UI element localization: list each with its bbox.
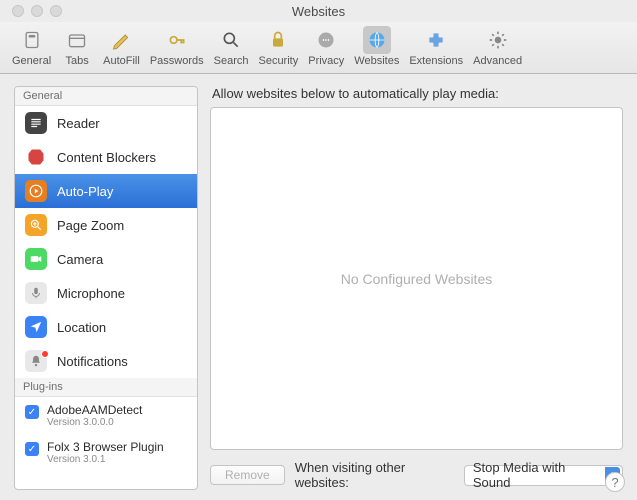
sidebar-label: Reader — [57, 116, 100, 131]
toolbar-tab-security[interactable]: Security — [254, 24, 302, 69]
toolbar-tab-websites[interactable]: Websites — [350, 24, 403, 69]
content-area: General Reader Content Blockers Auto-Pla… — [0, 74, 637, 500]
autofill-icon — [107, 26, 135, 54]
titlebar: Websites — [0, 0, 637, 22]
extensions-icon — [422, 26, 450, 54]
toolbar-tab-general[interactable]: General — [8, 24, 55, 69]
websites-list[interactable]: No Configured Websites — [210, 107, 623, 450]
security-icon — [264, 26, 292, 54]
toolbar-tab-search[interactable]: Search — [210, 24, 253, 69]
sidebar-item-page-zoom[interactable]: Page Zoom — [15, 208, 197, 242]
toolbar-label: Extensions — [409, 55, 463, 67]
close-window-button[interactable] — [12, 5, 24, 17]
controls-row: Remove When visiting other websites: Sto… — [210, 450, 623, 490]
websites-icon — [363, 26, 391, 54]
other-websites-select[interactable]: Stop Media with Sound — [464, 465, 623, 486]
toolbar-tab-autofill[interactable]: AutoFill — [99, 24, 144, 69]
select-value: Stop Media with Sound — [473, 460, 599, 490]
plugin-checkbox[interactable]: ✓ — [25, 442, 39, 456]
plugin-name: AdobeAAMDetect — [47, 403, 142, 417]
sidebar-item-notifications[interactable]: Notifications — [15, 344, 197, 378]
passwords-icon — [163, 26, 191, 54]
sidebar-item-location[interactable]: Location — [15, 310, 197, 344]
main-heading: Allow websites below to automatically pl… — [210, 86, 623, 101]
sidebar: General Reader Content Blockers Auto-Pla… — [14, 86, 198, 490]
sidebar-section-general: General — [15, 87, 197, 106]
toolbar-label: Websites — [354, 55, 399, 67]
auto-play-icon — [25, 180, 47, 202]
reader-icon — [25, 112, 47, 134]
sidebar-item-reader[interactable]: Reader — [15, 106, 197, 140]
toolbar-tab-extensions[interactable]: Extensions — [405, 24, 467, 69]
minimize-window-button[interactable] — [31, 5, 43, 17]
window-controls — [12, 5, 62, 17]
sidebar-item-microphone[interactable]: Microphone — [15, 276, 197, 310]
remove-button[interactable]: Remove — [210, 465, 285, 485]
sidebar-label: Page Zoom — [57, 218, 124, 233]
toolbar-label: Security — [258, 55, 298, 67]
plugin-text: Folx 3 Browser Plugin Version 3.0.1 — [47, 440, 164, 465]
notification-badge-icon — [41, 350, 49, 358]
toolbar-label: General — [12, 55, 51, 67]
location-icon — [25, 316, 47, 338]
plugin-version: Version 3.0.0.0 — [47, 417, 142, 428]
advanced-icon — [484, 26, 512, 54]
toolbar-tab-advanced[interactable]: Advanced — [469, 24, 526, 69]
sidebar-label: Content Blockers — [57, 150, 156, 165]
toolbar-label: Search — [214, 55, 249, 67]
window-title: Websites — [0, 4, 637, 19]
empty-state-text: No Configured Websites — [341, 271, 492, 287]
toolbar-label: AutoFill — [103, 55, 140, 67]
question-mark-icon: ? — [611, 475, 618, 490]
plugin-version: Version 3.0.1 — [47, 454, 164, 465]
main-panel: Allow websites below to automatically pl… — [210, 86, 623, 490]
toolbar-label: Privacy — [308, 55, 344, 67]
plugin-text: AdobeAAMDetect Version 3.0.0.0 — [47, 403, 142, 428]
page-zoom-icon — [25, 214, 47, 236]
toolbar-label: Passwords — [150, 55, 204, 67]
toolbar-tab-passwords[interactable]: Passwords — [146, 24, 208, 69]
toolbar-tab-tabs[interactable]: Tabs — [57, 24, 97, 69]
preferences-toolbar: General Tabs AutoFill Passwords Search — [0, 22, 637, 74]
plugin-item-adobeaamdetect[interactable]: ✓ AdobeAAMDetect Version 3.0.0.0 — [15, 397, 197, 434]
privacy-icon — [312, 26, 340, 54]
sidebar-label: Camera — [57, 252, 103, 267]
help-button[interactable]: ? — [605, 472, 625, 492]
sidebar-label: Auto-Play — [57, 184, 113, 199]
search-icon — [217, 26, 245, 54]
sidebar-item-content-blockers[interactable]: Content Blockers — [15, 140, 197, 174]
toolbar-label: Tabs — [66, 55, 89, 67]
microphone-icon — [25, 282, 47, 304]
tabs-icon — [63, 26, 91, 54]
sidebar-label: Location — [57, 320, 106, 335]
other-websites-label: When visiting other websites: — [295, 460, 454, 490]
zoom-window-button[interactable] — [50, 5, 62, 17]
plugin-item-folx3[interactable]: ✓ Folx 3 Browser Plugin Version 3.0.1 — [15, 434, 197, 471]
toolbar-label: Advanced — [473, 55, 522, 67]
plugin-name: Folx 3 Browser Plugin — [47, 440, 164, 454]
general-icon — [18, 26, 46, 54]
toolbar-tab-privacy[interactable]: Privacy — [304, 24, 348, 69]
sidebar-label: Microphone — [57, 286, 125, 301]
content-blockers-icon — [25, 146, 47, 168]
camera-icon — [25, 248, 47, 270]
sidebar-item-auto-play[interactable]: Auto-Play — [15, 174, 197, 208]
sidebar-label: Notifications — [57, 354, 128, 369]
sidebar-section-plugins: Plug-ins — [15, 378, 197, 397]
sidebar-item-camera[interactable]: Camera — [15, 242, 197, 276]
plugin-checkbox[interactable]: ✓ — [25, 405, 39, 419]
